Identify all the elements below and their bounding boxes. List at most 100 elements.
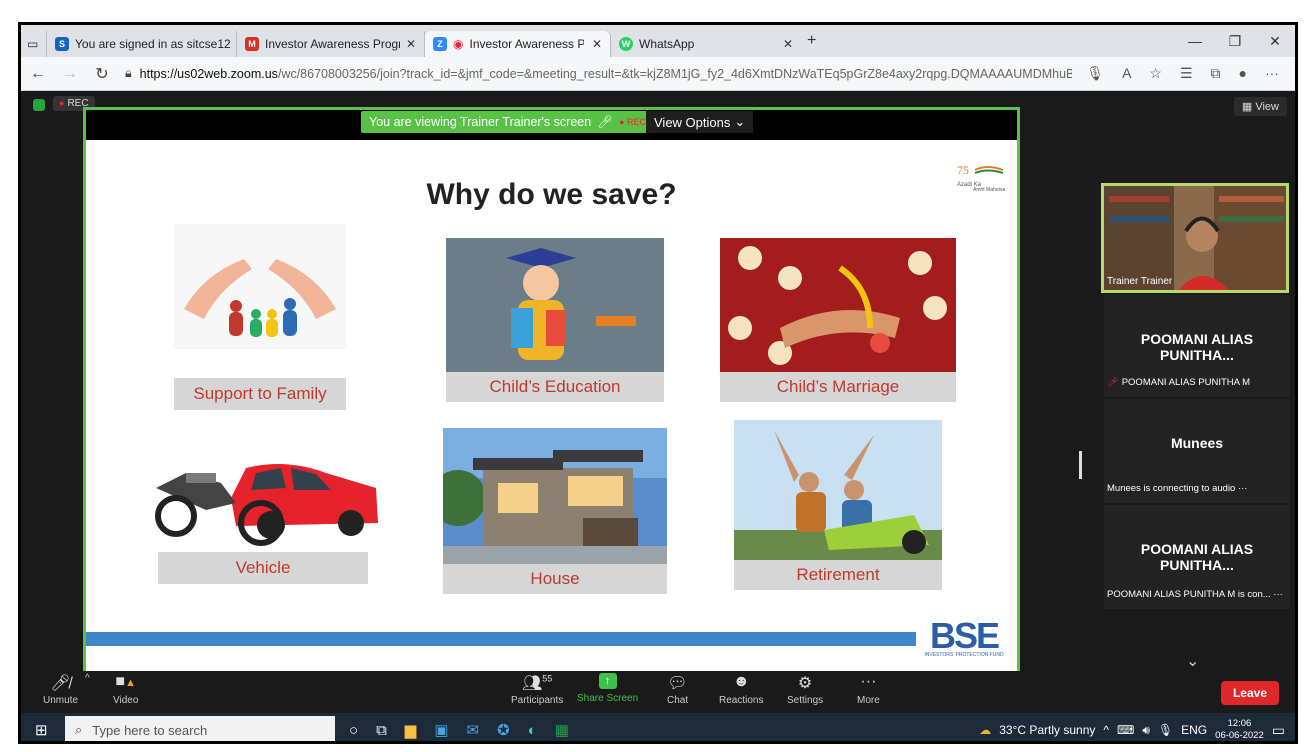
tab-label: WhatsApp bbox=[639, 37, 695, 51]
restore-icon[interactable]: ❐ bbox=[1215, 25, 1255, 57]
safari-compass-icon[interactable]: ✪ bbox=[497, 721, 510, 739]
tray-expand-chevron-icon[interactable]: ^ bbox=[1103, 723, 1109, 737]
address-bar-row: ← → ↻ 🔒︎ https://us02web.zoom.us/wc/8670… bbox=[21, 57, 1295, 91]
share-screen-icon: ↑ bbox=[598, 673, 617, 689]
zoom-toolbar: 🎤︎̸ Unmute ^ ■▲ Video 👥︎55 Participants … bbox=[21, 671, 1295, 713]
family-image bbox=[174, 224, 346, 349]
close-window-icon[interactable]: ✕ bbox=[1255, 25, 1295, 57]
close-tab-icon[interactable]: ✕ bbox=[783, 37, 793, 51]
task-view-icon[interactable]: ⧉ bbox=[376, 722, 387, 739]
microphone-icon[interactable]: 🎙︎ bbox=[1086, 65, 1104, 82]
mic-muted-icon: 🎤︎ bbox=[597, 114, 614, 129]
read-aloud-icon[interactable]: A bbox=[1122, 65, 1131, 82]
share-header: You are viewing Trainer Trainer's screen… bbox=[86, 110, 1017, 140]
leave-button[interactable]: Leave bbox=[1220, 681, 1279, 705]
more-button[interactable]: ··· More bbox=[857, 673, 880, 706]
bse-logo: BSE INVESTORS' PROTECTION FUND bbox=[919, 616, 1009, 662]
chevron-down-icon: ⌄ bbox=[734, 114, 746, 129]
sitcse-favicon-icon: S bbox=[55, 37, 69, 51]
caption-vehicle: Vehicle bbox=[158, 552, 368, 584]
zoom-favicon-icon: Z bbox=[433, 37, 447, 51]
marriage-image bbox=[720, 238, 956, 372]
clock[interactable]: 12:06 06-06-2022 bbox=[1215, 718, 1264, 741]
url-field[interactable]: 🔒︎ https://us02web.zoom.us/wc/8670800325… bbox=[125, 61, 1072, 87]
lock-icon: 🔒︎ bbox=[125, 66, 132, 80]
azadi-logo-icon: 75 Azadi Ka Amrit Mahotsav bbox=[957, 163, 1005, 192]
audio-options-chevron-icon[interactable]: ^ bbox=[85, 673, 90, 684]
viewing-banner: You are viewing Trainer Trainer's screen… bbox=[361, 111, 655, 133]
education-image bbox=[446, 238, 664, 372]
cortana-icon[interactable]: ○ bbox=[349, 722, 358, 739]
minimize-icon[interactable]: — bbox=[1175, 25, 1215, 57]
participant-tile[interactable]: Munees Munees is connecting to audio ··· bbox=[1104, 399, 1290, 503]
more-menu-icon[interactable]: ··· bbox=[1265, 65, 1279, 82]
excel-icon[interactable]: ▦ bbox=[555, 721, 569, 739]
reactions-button[interactable]: ☻ Reactions bbox=[719, 673, 763, 706]
forward-icon[interactable]: → bbox=[61, 65, 79, 83]
mic-muted-icon: 🎤︎̸ bbox=[50, 675, 71, 692]
view-button[interactable]: ▦ View bbox=[1233, 97, 1287, 116]
tab-actions-icon: ▭ bbox=[27, 37, 39, 51]
scroll-down-chevron-icon[interactable]: ⌄ bbox=[1186, 651, 1199, 671]
windows-taskbar: ⊞ ⌕ Type here to search ○ ⧉ ▆ ▣ ✉ ✪ ◐ ▦ … bbox=[21, 713, 1295, 741]
panel-resize-handle[interactable] bbox=[1079, 451, 1082, 479]
search-icon: ⌕ bbox=[75, 722, 83, 737]
house-image bbox=[443, 428, 667, 564]
tab-whatsapp[interactable]: W WhatsApp ✕ bbox=[611, 31, 801, 57]
close-tab-icon[interactable]: ✕ bbox=[592, 37, 602, 51]
mic-muted-icon: 🎤︎ bbox=[1107, 377, 1120, 388]
unmute-button[interactable]: 🎤︎̸ Unmute bbox=[43, 673, 78, 706]
share-screen-button[interactable]: ↑ Share Screen bbox=[577, 673, 638, 704]
notifications-icon[interactable]: ▭ bbox=[1272, 722, 1285, 739]
participant-tile[interactable]: POOMANI ALIAS PUNITHA... POOMANI ALIAS P… bbox=[1104, 505, 1290, 609]
gmail-favicon-icon: M bbox=[245, 37, 259, 51]
camera-name-label: Trainer Trainer bbox=[1107, 276, 1173, 287]
microphone-tray-icon: 🎙︎ bbox=[1157, 723, 1174, 737]
windows-start-icon[interactable]: ⊞ bbox=[35, 721, 48, 739]
screen-frame: ▭ S You are signed in as sitcse12 ✕ M In… bbox=[18, 22, 1298, 744]
close-tab-icon[interactable]: ✕ bbox=[406, 37, 416, 51]
reactions-icon: ☻ bbox=[732, 673, 750, 690]
gear-icon: ⚙ bbox=[797, 675, 813, 692]
participant-tile[interactable]: POOMANI ALIAS PUNITHA... 🎤︎ POOMANI ALIA… bbox=[1104, 295, 1290, 397]
back-icon[interactable]: ← bbox=[29, 65, 47, 83]
view-options-button[interactable]: View Options ⌄ bbox=[646, 111, 754, 133]
caption-support-family: Support to Family bbox=[174, 378, 346, 410]
shared-screen: You are viewing Trainer Trainer's screen… bbox=[83, 107, 1020, 682]
new-tab-icon[interactable]: + bbox=[807, 32, 816, 50]
store-icon[interactable]: ▣ bbox=[434, 721, 448, 739]
tab-signed-in[interactable]: S You are signed in as sitcse12 ✕ bbox=[47, 31, 237, 57]
settings-button[interactable]: ⚙ Settings bbox=[787, 673, 823, 706]
favorite-star-icon[interactable]: ☆ bbox=[1149, 65, 1162, 82]
weather-icon: ☁ bbox=[979, 723, 992, 737]
grid-icon: ▦ bbox=[1241, 101, 1256, 113]
url-path: /wc/86708003256/join?track_id=&jmf_code=… bbox=[277, 66, 1073, 81]
edge-browser-icon[interactable]: ◐ bbox=[528, 722, 537, 739]
tab-actions-button[interactable]: ▭ bbox=[21, 31, 47, 57]
tab-zoom[interactable]: Z ◉ Investor Awareness Program ✕ bbox=[425, 31, 611, 57]
slide-title: Why do we save? bbox=[426, 178, 677, 211]
caption-child-education: Child’s Education bbox=[446, 372, 664, 402]
slide-footer-bar bbox=[86, 632, 916, 646]
trainer-video: Trainer Trainer bbox=[1101, 183, 1289, 293]
collections-icon[interactable]: ⧉ bbox=[1211, 65, 1221, 82]
chat-button[interactable]: 💬︎ Chat bbox=[667, 673, 688, 706]
network-icon[interactable]: ⌨ bbox=[1117, 723, 1134, 737]
caption-retirement: Retirement bbox=[734, 560, 942, 590]
tab-gmail[interactable]: M Investor Awareness Program - Si ✕ bbox=[237, 31, 425, 57]
mail-icon[interactable]: ✉ bbox=[467, 721, 480, 739]
taskbar-search-field[interactable]: ⌕ Type here to search bbox=[65, 716, 335, 741]
tab-label: Investor Awareness Program - Si bbox=[265, 37, 400, 51]
tab-label: You are signed in as sitcse12 bbox=[75, 37, 231, 51]
participants-button[interactable]: 👥︎55 Participants bbox=[511, 673, 563, 706]
zoom-meeting-area: REC ▦ View You are viewing Trainer Train… bbox=[21, 91, 1295, 701]
reload-icon[interactable]: ↻ bbox=[93, 64, 111, 84]
participants-icon: 👥︎55 bbox=[521, 673, 553, 692]
favorites-icon[interactable]: ☰ bbox=[1180, 65, 1193, 82]
window-controls: — ❐ ✕ bbox=[1175, 25, 1295, 57]
security-shield-icon bbox=[33, 99, 45, 111]
profile-avatar-icon[interactable]: ● bbox=[1239, 65, 1247, 82]
file-explorer-icon[interactable]: ▆ bbox=[405, 721, 417, 739]
volume-icon[interactable]: 🔊︎ bbox=[1142, 723, 1150, 738]
video-button[interactable]: ■▲ Video bbox=[113, 673, 138, 706]
